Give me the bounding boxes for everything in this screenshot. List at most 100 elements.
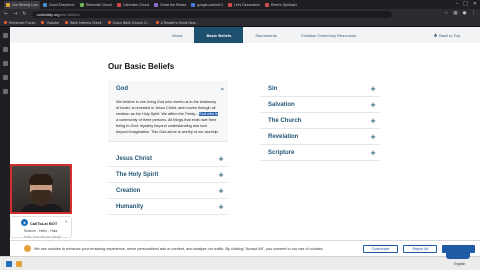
sidebar-settings-icon[interactable]	[2, 89, 8, 94]
profile-icon[interactable]: ●	[463, 11, 467, 16]
bookmark-item[interactable]: Grace Bible Church G...	[107, 20, 150, 25]
tab-favicon-icon	[191, 2, 195, 7]
taskbar-app-icon[interactable]	[16, 261, 22, 267]
belief-label: Creation	[116, 187, 141, 194]
belief-label: Jesus Christ	[116, 155, 153, 162]
belief-the-church[interactable]: The Church +	[260, 113, 380, 129]
bookmark-favicon-icon	[107, 21, 111, 24]
subnav-item[interactable]: Sacraments	[243, 27, 288, 43]
belief-revelation[interactable]: Revelation +	[260, 129, 380, 145]
url-path: /our-beliefs	[59, 11, 80, 17]
forward-icon[interactable]: →	[13, 11, 17, 17]
subnav-item[interactable]: About	[160, 27, 194, 43]
maximize-icon[interactable]: □	[463, 1, 468, 7]
browser-tab[interactable]: Reed's Spiritual Discoveries	[263, 1, 299, 9]
browser-tab[interactable]: Our Weekly Luncheon	[4, 0, 40, 9]
belief-god-header[interactable]: God –	[108, 81, 228, 97]
bookmark-label: Grace Bible Church G...	[112, 20, 150, 25]
belief-label: Revelation	[268, 133, 299, 140]
tab-favicon-icon	[117, 2, 121, 7]
belief-scripture[interactable]: Scripture +	[260, 145, 380, 161]
chat-close-icon[interactable]: ✕	[65, 219, 68, 224]
cookie-icon	[24, 245, 31, 252]
tab-label: Christ the Redeemer Church	[160, 2, 186, 7]
expand-icon: +	[218, 186, 224, 195]
browser-sidebar	[0, 27, 10, 270]
bookmark-label: Reformed Forum	[9, 20, 36, 25]
arrow-up-icon: ▲	[433, 32, 438, 38]
sidebar-bookmark-icon[interactable]	[2, 47, 8, 52]
taskbar-start-icon[interactable]	[6, 261, 12, 267]
bookmarks-bar: Reformed Forum Youtube Bible Hebrew Greek G…	[0, 19, 480, 27]
minimize-icon[interactable]: –	[456, 1, 459, 7]
cookie-reject-button[interactable]: Reject All	[403, 244, 438, 253]
god-text-highlight: God who is	[198, 112, 218, 116]
belief-label: The Holy Spirit	[116, 171, 159, 178]
sidebar-history-icon[interactable]	[2, 61, 8, 66]
tab-label: Calvinism Church	[123, 2, 149, 7]
expand-icon: +	[370, 100, 376, 109]
belief-label: The Church	[268, 117, 302, 124]
browser-tab[interactable]: Riverside Church	[78, 1, 114, 9]
browser-tab[interactable]: google.com/url?q=Westminster	[189, 1, 225, 9]
beliefs-right-column: Sin + Salvation + The Church + Revelatio…	[260, 81, 380, 161]
chat-launcher-button[interactable]	[446, 247, 470, 259]
bookmark-item[interactable]: A Reader's Great New...	[155, 21, 198, 25]
tab-label: Our Weekly Luncheon	[12, 2, 38, 7]
chat-peek-message: Hello, How are you doing?	[24, 235, 62, 239]
expand-icon: +	[370, 116, 376, 125]
chat-popup[interactable]: ● CallToLai BOT ✕ Shalom - Hello - Hola …	[10, 216, 72, 239]
expand-icon: +	[370, 84, 376, 93]
sidebar-home-icon[interactable]	[2, 33, 8, 38]
sidebar-download-icon[interactable]	[2, 75, 8, 80]
subnav-item[interactable]: Basic Beliefs	[194, 27, 244, 43]
tab-label: google.com/url?q=Westminster	[197, 2, 223, 7]
tab-favicon-icon	[154, 2, 158, 7]
cookie-banner: We use cookies to enhance your browsing …	[10, 240, 480, 256]
subnav-item[interactable]: Christian Ceremony Resources	[289, 27, 369, 43]
bookmark-favicon-icon	[41, 21, 45, 24]
expand-icon: +	[218, 170, 224, 179]
back-to-top-link[interactable]: ▲ Back to Top	[434, 27, 460, 43]
tab-favicon-icon	[43, 2, 47, 7]
menu-icon[interactable]: ⋮	[472, 11, 477, 16]
browser-tab[interactable]: Christ the Redeemer Church	[152, 1, 188, 9]
cookie-customize-button[interactable]: Customize	[362, 244, 399, 253]
tab-label: Riverside Church	[86, 2, 112, 7]
expand-icon: +	[370, 132, 376, 141]
belief-god-body: We believe in one living God who meets u…	[108, 97, 228, 142]
back-to-top-label: Back to Top	[439, 32, 460, 38]
browser-tab[interactable]: Calvinism Church	[115, 1, 151, 9]
back-icon[interactable]: ←	[4, 11, 8, 17]
star-icon[interactable]: ☆	[444, 11, 448, 16]
belief-label: Scripture	[268, 149, 295, 156]
window-controls: – □ ✕	[456, 1, 477, 7]
bookmark-favicon-icon	[65, 21, 69, 24]
belief-humanity[interactable]: Humanity +	[108, 199, 228, 215]
browser-tab[interactable]: Let's Deconstruct a Sunday	[226, 1, 262, 9]
extensions-icon[interactable]: ▦	[453, 11, 457, 16]
webcam-overlay	[10, 164, 72, 214]
tab-favicon-icon	[80, 2, 84, 7]
bookmark-item[interactable]: Youtube	[41, 21, 59, 25]
belief-sin[interactable]: Sin +	[260, 81, 380, 97]
belief-jesus-christ[interactable]: Jesus Christ +	[108, 151, 228, 167]
bookmark-item[interactable]: Bible Hebrew Greek	[65, 21, 102, 25]
close-window-icon[interactable]: ✕	[473, 1, 477, 7]
chat-message: Shalom - Hello - Hola	[24, 229, 58, 233]
belief-label: Salvation	[268, 101, 295, 108]
reload-icon[interactable]: ↻	[22, 11, 26, 17]
expand-icon: +	[218, 202, 224, 211]
taskbar: English	[0, 256, 480, 270]
belief-label: Humanity	[116, 203, 144, 210]
belief-salvation[interactable]: Salvation +	[260, 97, 380, 113]
browser-tab[interactable]: Good Shepherd Lutheran	[41, 1, 77, 9]
belief-creation[interactable]: Creation +	[108, 183, 228, 199]
cookie-text: We use cookies to enhance your browsing …	[34, 246, 324, 251]
url-input[interactable]: calltolaity.org /our-beliefs	[31, 10, 392, 18]
bookmark-item[interactable]: Reformed Forum	[4, 21, 35, 25]
web-page: About Basic Beliefs Sacraments Christian Ce…	[10, 27, 480, 270]
tab-favicon-icon	[265, 2, 269, 7]
bookmark-favicon-icon	[4, 21, 7, 24]
belief-holy-spirit[interactable]: The Holy Spirit +	[108, 167, 228, 183]
